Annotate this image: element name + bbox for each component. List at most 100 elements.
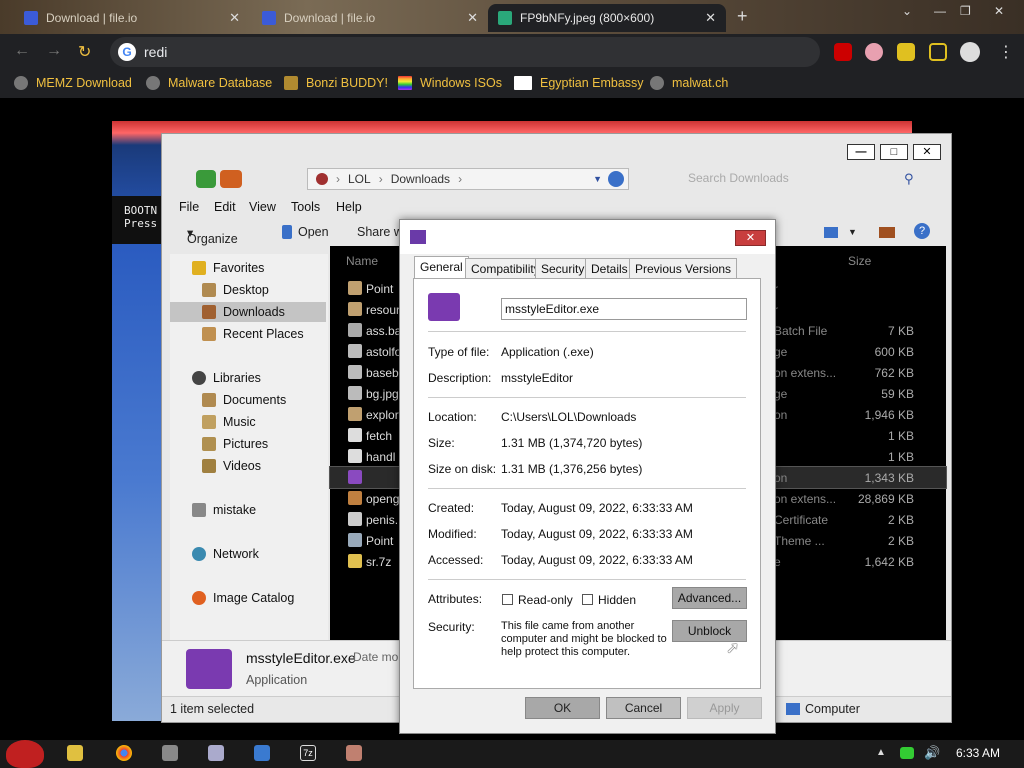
cancel-button[interactable]: Cancel — [606, 697, 681, 719]
tab-previous-versions[interactable]: Previous Versions — [629, 258, 738, 278]
msstyle-editor-icon — [428, 293, 460, 321]
breadcrumb-item[interactable]: LOL — [348, 172, 371, 186]
app-icon[interactable] — [254, 745, 270, 761]
new-tab-icon[interactable]: + — [737, 6, 748, 27]
tab-compatibility[interactable]: Compatibility — [465, 258, 546, 278]
menu-help[interactable]: Help — [336, 200, 362, 214]
reload-icon[interactable]: ↻ — [78, 42, 91, 62]
nav-desktop[interactable]: Desktop — [170, 280, 326, 300]
dropdown-icon[interactable]: ▼ — [593, 174, 602, 184]
omnibox[interactable]: G redi — [110, 37, 820, 67]
nav-network[interactable]: Network — [170, 544, 326, 564]
battery-icon[interactable] — [900, 747, 914, 759]
nav-image-catalog[interactable]: Image Catalog — [170, 588, 326, 608]
file-explorer-icon[interactable] — [67, 745, 83, 761]
nav-mistake[interactable]: mistake — [170, 500, 326, 520]
clock[interactable]: 6:33 AM — [956, 746, 1000, 760]
menu-bar: File Edit View Tools Help — [162, 196, 951, 218]
menu-file[interactable]: File — [179, 200, 199, 214]
advanced-button[interactable]: Advanced... — [672, 587, 747, 609]
forward-icon[interactable]: → — [46, 42, 62, 60]
hidden-checkbox[interactable] — [582, 594, 593, 605]
bookmark-item[interactable]: malwat.ch — [650, 76, 728, 90]
back-arrow-icon[interactable] — [196, 170, 216, 188]
minimize-button[interactable]: — — [847, 144, 875, 160]
search-input[interactable]: Search Downloads — [682, 168, 922, 190]
open-button[interactable]: Open — [298, 225, 329, 239]
readonly-label[interactable]: Read-only — [518, 593, 573, 607]
nav-recent-places[interactable]: Recent Places — [170, 324, 326, 344]
hidden-label[interactable]: Hidden — [598, 593, 636, 607]
tab-security[interactable]: Security — [535, 258, 591, 278]
profile-avatar-icon[interactable] — [960, 42, 980, 62]
location-value: C:\Users\LOL\Downloads — [501, 410, 637, 424]
close-tab-icon[interactable]: ✕ — [467, 10, 478, 26]
restore-icon[interactable]: ❐ — [960, 4, 971, 18]
tab-details[interactable]: Details — [585, 258, 634, 278]
extension-icon[interactable] — [865, 43, 883, 61]
chrome-icon[interactable] — [116, 745, 132, 761]
nav-downloads[interactable]: Downloads — [170, 302, 326, 322]
chevron-down-icon[interactable]: ▼ — [848, 227, 857, 237]
search-icon[interactable]: ⚲ — [904, 171, 914, 187]
nav-videos[interactable]: Videos — [170, 456, 326, 476]
refresh-icon[interactable] — [608, 171, 624, 187]
nav-documents[interactable]: Documents — [170, 390, 326, 410]
bookmark-item[interactable]: Windows ISOs — [398, 76, 502, 90]
maximize-button[interactable]: □ — [880, 144, 908, 160]
app-icon[interactable] — [346, 745, 362, 761]
readonly-checkbox[interactable] — [502, 594, 513, 605]
menu-tools[interactable]: Tools — [291, 200, 320, 214]
nav-favorites[interactable]: Favorites — [170, 258, 326, 278]
app-icon[interactable] — [162, 745, 178, 761]
view-options-icon[interactable] — [824, 227, 838, 238]
7zip-icon[interactable]: 7z — [300, 745, 316, 761]
ublock-extension-icon[interactable] — [834, 43, 852, 61]
preview-pane-icon[interactable] — [879, 227, 895, 238]
bookmark-item[interactable]: Malware Database — [146, 76, 272, 90]
breadcrumb-item[interactable]: Downloads — [391, 172, 450, 186]
dialog-close-button[interactable]: ✕ — [735, 230, 766, 246]
forward-arrow-icon[interactable] — [220, 170, 242, 188]
nav-music[interactable]: Music — [170, 412, 326, 432]
more-menu-icon[interactable]: ⋮ — [998, 42, 1014, 62]
browser-tab-active[interactable]: FP9bNFy.jpeg (800×600) ✕ — [488, 4, 726, 32]
back-icon[interactable]: ← — [14, 42, 30, 60]
apply-button[interactable]: Apply — [687, 697, 762, 719]
column-header-size[interactable]: Size — [848, 254, 871, 268]
notepad-icon[interactable] — [208, 745, 224, 761]
ok-button[interactable]: OK — [525, 697, 600, 719]
start-button-icon[interactable] — [6, 740, 44, 768]
tab-general[interactable]: General — [414, 256, 469, 279]
omnibox-text[interactable]: redi — [144, 44, 167, 60]
bookmark-item[interactable]: Bonzi BUDDY! — [284, 76, 388, 90]
close-tab-icon[interactable]: ✕ — [229, 10, 240, 26]
globe-icon — [146, 76, 160, 90]
close-window-icon[interactable]: ✕ — [994, 4, 1004, 18]
bookmark-item[interactable]: Egyptian Embassy — [514, 76, 644, 90]
column-header-name[interactable]: Name — [346, 254, 378, 268]
puzzle-extension-icon[interactable] — [897, 43, 915, 61]
filename-input[interactable]: msstyleEditor.exe — [501, 298, 747, 320]
close-tab-icon[interactable]: ✕ — [705, 10, 716, 26]
browser-tab[interactable]: Download | file.io ✕ — [252, 4, 488, 32]
sidebar-icon[interactable] — [929, 43, 947, 61]
share-button[interactable]: Share w — [357, 225, 403, 239]
nav-libraries[interactable]: Libraries — [170, 368, 326, 388]
browser-tab[interactable]: Download | file.io ✕ — [14, 4, 250, 32]
help-icon[interactable]: ? — [914, 223, 930, 239]
minimize-icon[interactable]: — — [934, 4, 946, 18]
computer-icon — [786, 703, 800, 715]
close-button[interactable]: ✕ — [913, 144, 941, 160]
chevron-down-icon[interactable]: ⌄ — [902, 4, 912, 18]
address-bar[interactable]: › LOL › Downloads › ▼ — [307, 168, 629, 190]
volume-icon[interactable]: 🔊 — [924, 745, 940, 761]
bookmark-item[interactable]: MEMZ Download — [14, 76, 132, 90]
organize-button[interactable]: Organize ▾ — [187, 225, 238, 246]
chevron-up-icon[interactable]: ▲ — [876, 747, 886, 758]
menu-edit[interactable]: Edit — [214, 200, 236, 214]
boot-panel: BOOTN Press — [112, 196, 162, 244]
nav-pictures[interactable]: Pictures — [170, 434, 326, 454]
general-tab-panel: msstyleEditor.exe Type of file: Applicat… — [413, 278, 761, 689]
menu-view[interactable]: View — [249, 200, 276, 214]
